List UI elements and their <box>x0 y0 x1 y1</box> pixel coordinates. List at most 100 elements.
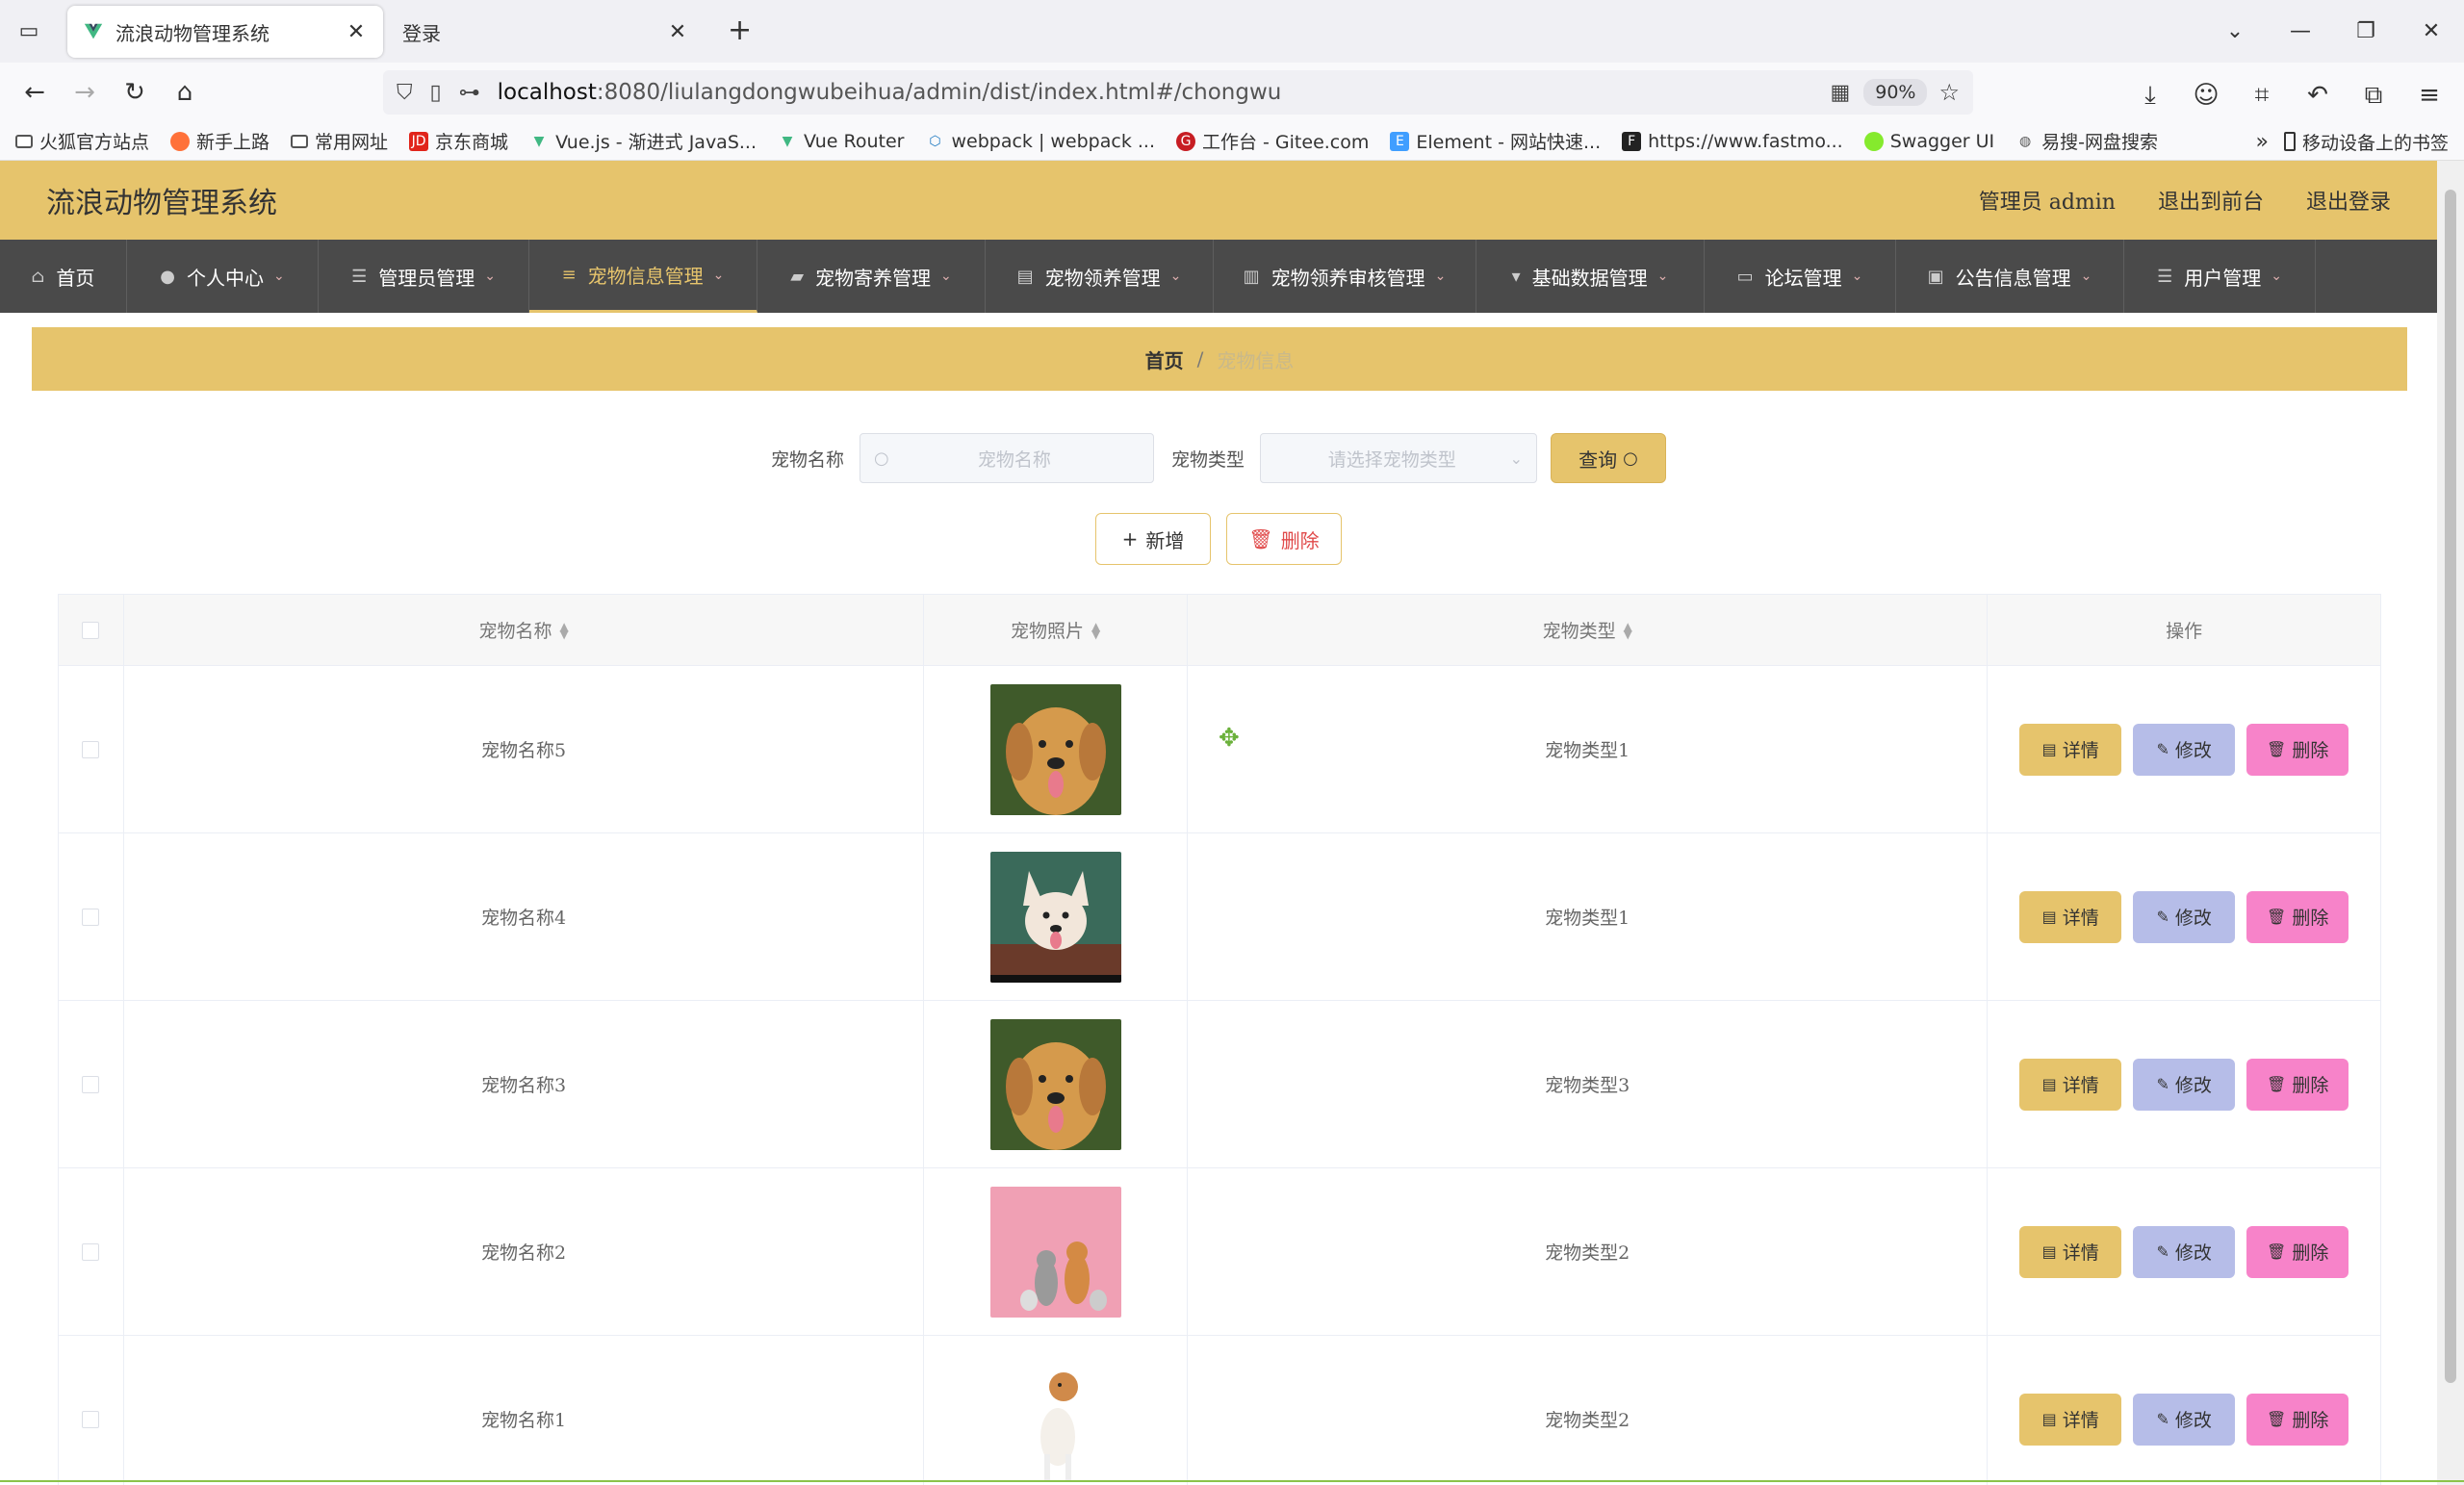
scrollbar-thumb[interactable] <box>2445 190 2456 1383</box>
bookmark-item[interactable]: ▼ Vue Router <box>778 131 905 152</box>
menu-item-notice-management[interactable]: ▣ 公告信息管理 ⌄ <box>1896 240 2124 313</box>
golden-retriever-photo[interactable] <box>989 1018 1121 1150</box>
query-button[interactable]: 查询 ○ <box>1551 433 1667 483</box>
restore-icon[interactable]: ❐ <box>2333 19 2399 43</box>
menu-item-pet-adoption-management[interactable]: ▤ 宠物领养管理 ⌄ <box>986 240 1214 313</box>
menu-item-forum-management[interactable]: ▭ 论坛管理 ⌄ <box>1705 240 1896 313</box>
tab-login[interactable]: 登录 ✕ <box>387 6 705 58</box>
url-bar[interactable]: ⛉ ▯ ⊶ localhost:8080/liulangdongwubeihua… <box>383 70 1973 115</box>
exit-to-frontend-link[interactable]: 退出到前台 <box>2158 185 2264 216</box>
close-window-icon[interactable]: ✕ <box>2399 19 2464 43</box>
forward-icon[interactable]: → <box>60 67 110 117</box>
menu-item-admin-management[interactable]: ☰ 管理员管理 ⌄ <box>319 240 529 313</box>
app-menu-icon[interactable]: ≡ <box>2404 70 2454 120</box>
bookmark-item[interactable]: 常用网址 <box>291 128 388 154</box>
home-page-icon[interactable]: ⌂ <box>160 67 210 117</box>
corgi-photo[interactable] <box>989 851 1121 983</box>
menu-item-home[interactable]: ⌂ 首页 <box>0 240 127 313</box>
menu-item-adoption-review-management[interactable]: ▥ 宠物领养审核管理 ⌄ <box>1214 240 1476 313</box>
row-checkbox[interactable] <box>82 1410 100 1428</box>
delete-button[interactable]: 🗑 删除 <box>2246 1225 2349 1278</box>
account-icon[interactable]: ☺ <box>2181 70 2231 120</box>
detail-button[interactable]: ▤ 详情 <box>2019 1225 2122 1278</box>
back-icon[interactable]: ← <box>10 67 60 117</box>
bookmark-star-icon[interactable]: ☆ <box>1938 79 1960 106</box>
pet-type-select[interactable]: 请选择宠物类型 ⌄ <box>1260 433 1538 483</box>
menu-item-pet-info-management[interactable]: ≡ 宠物信息管理 ⌄ <box>529 240 757 313</box>
header-pet-type[interactable]: 宠物类型 ▲ ▼ <box>1188 595 1989 665</box>
detail-button[interactable]: ▤ 详情 <box>2019 1058 2122 1111</box>
bookmark-item[interactable]: ▼ Vue.js - 渐进式 JavaS... <box>529 128 757 154</box>
permissions-icon[interactable]: ⊶ <box>459 81 480 105</box>
bookmark-item[interactable]: E Element - 网站快速... <box>1390 128 1601 154</box>
reload-icon[interactable]: ↻ <box>110 67 160 117</box>
sort-icon[interactable]: ▲ ▼ <box>559 621 568 640</box>
detail-button[interactable]: ▤ 详情 <box>2019 1393 2122 1446</box>
sort-icon[interactable]: ▲ ▼ <box>1624 621 1632 640</box>
tab-active[interactable]: 流浪动物管理系统 ✕ <box>67 6 383 58</box>
minimize-icon[interactable]: — <box>2268 19 2333 43</box>
menu-item-personal-center[interactable]: ● 个人中心 ⌄ <box>127 240 319 313</box>
downloads-icon[interactable]: ⤓ <box>2125 70 2175 120</box>
bookmark-item[interactable]: JD 京东商城 <box>409 128 508 154</box>
close-tab-icon[interactable]: ✕ <box>666 20 689 44</box>
pet-name-input[interactable]: ○ 宠物名称 <box>860 433 1154 483</box>
bookmark-item[interactable]: G 工作台 - Gitee.com <box>1176 128 1369 154</box>
undo-icon[interactable]: ↶ <box>2293 70 2343 120</box>
bookmark-item[interactable]: ⬡ webpack | webpack ... <box>925 131 1155 152</box>
menu-item-basic-data-management[interactable]: ▾ 基础数据管理 ⌄ <box>1476 240 1705 313</box>
jack-russell-photo[interactable] <box>989 1353 1121 1485</box>
page-scrollbar[interactable] <box>2437 161 2464 1485</box>
new-tab-icon[interactable]: + <box>728 13 752 47</box>
header-pet-photo[interactable]: 宠物照片 ▲ ▼ <box>924 595 1189 665</box>
bookmark-item[interactable]: 新手上路 <box>170 128 270 154</box>
sort-icon[interactable]: ▲ ▼ <box>1091 621 1100 640</box>
detail-button[interactable]: ▤ 详情 <box>2019 723 2122 776</box>
row-checkbox[interactable] <box>82 1242 100 1261</box>
edit-button[interactable]: ✎ 修改 <box>2133 1058 2236 1111</box>
edit-button[interactable]: ✎ 修改 <box>2133 1225 2236 1278</box>
golden-retriever-photo[interactable] <box>989 683 1121 815</box>
tab-list-icon[interactable]: ▭ <box>0 0 58 63</box>
move-cursor-icon: ✥ <box>1219 724 1240 753</box>
delete-button[interactable]: 🗑 删除 <box>2246 723 2349 776</box>
chevron-down-icon[interactable]: ⌄ <box>2202 19 2268 43</box>
delete-button[interactable]: 🗑 删除 <box>2246 1058 2349 1111</box>
breadcrumb-home[interactable]: 首页 <box>1145 346 1184 373</box>
browser-navbar: ← → ↻ ⌂ ⛉ ▯ ⊶ localhost:8080/liulangdong… <box>0 63 2464 122</box>
dogs-and-cats-photo[interactable] <box>989 1186 1121 1318</box>
bookmark-item[interactable]: Fhttps://www.fastmo... <box>1622 131 1843 152</box>
bookmark-item[interactable]: 火狐官方站点 <box>15 128 149 154</box>
edit-button[interactable]: ✎ 修改 <box>2133 1393 2236 1446</box>
menu-label: 公告信息管理 <box>1955 266 2071 290</box>
screenshot-icon[interactable]: ⌗ <box>2237 70 2287 120</box>
edit-button[interactable]: ✎ 修改 <box>2133 723 2236 776</box>
add-button[interactable]: + 新增 <box>1095 513 1211 565</box>
extensions-icon[interactable]: ⧉ <box>2348 70 2399 120</box>
shield-icon[interactable]: ⛉ <box>397 81 413 105</box>
chevron-down-icon: ⌄ <box>1169 269 1182 284</box>
delete-button[interactable]: 🗑 删除 <box>2246 890 2349 943</box>
close-tab-icon[interactable]: ✕ <box>345 20 368 44</box>
pet-name-label: 宠物名称 <box>770 448 844 471</box>
mobile-bookmarks[interactable]: 移动设备上的书签 <box>2283 129 2449 155</box>
zoom-level[interactable]: 90% <box>1863 79 1928 106</box>
menu-item-pet-foster-management[interactable]: ▰ 宠物寄养管理 ⌄ <box>757 240 986 313</box>
more-bookmarks-icon[interactable]: » <box>2256 130 2269 154</box>
qr-code-icon[interactable]: ▦ <box>1830 81 1850 105</box>
delete-button[interactable]: 🗑 删除 <box>2246 1393 2349 1446</box>
header-label: 操作 <box>2166 621 2203 642</box>
bookmark-item[interactable]: Swagger UI <box>1863 131 1994 152</box>
row-checkbox[interactable] <box>82 1075 100 1093</box>
menu-item-user-management[interactable]: ☰ 用户管理 ⌄ <box>2124 240 2316 313</box>
detail-button[interactable]: ▤ 详情 <box>2019 890 2122 943</box>
select-all-checkbox[interactable] <box>82 621 100 639</box>
edit-button[interactable]: ✎ 修改 <box>2133 890 2236 943</box>
header-pet-name[interactable]: 宠物名称 ▲ ▼ <box>124 595 925 665</box>
pet-type-placeholder: 请选择宠物类型 <box>1327 448 1456 471</box>
logout-link[interactable]: 退出登录 <box>2306 185 2391 216</box>
row-checkbox[interactable] <box>82 740 100 758</box>
bookmark-item[interactable]: ◍ 易搜-网盘搜索 <box>2015 128 2158 154</box>
batch-delete-button[interactable]: 🗑 删除 <box>1226 513 1342 565</box>
row-checkbox[interactable] <box>82 908 100 926</box>
